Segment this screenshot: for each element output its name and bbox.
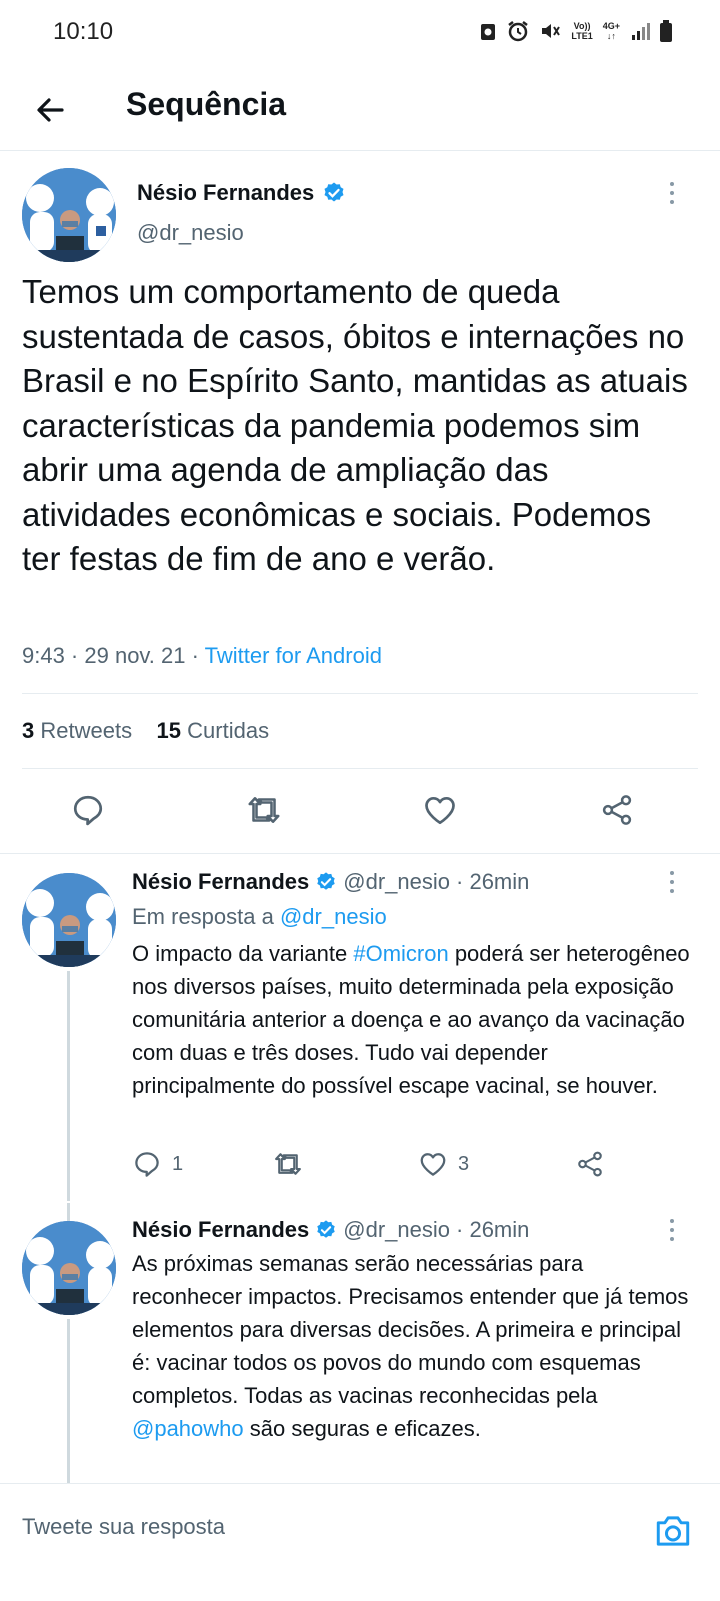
camera-icon — [656, 1516, 690, 1546]
back-arrow-icon — [37, 98, 64, 122]
reply-button[interactable] — [70, 792, 106, 828]
author-name[interactable]: Nésio Fernandes — [132, 869, 309, 895]
status-time: 10:10 — [53, 18, 114, 45]
more-options-icon[interactable] — [660, 178, 684, 208]
like-button[interactable]: 3 — [418, 1149, 469, 1179]
page-title: Sequência — [126, 86, 287, 122]
retweet-icon — [248, 797, 280, 823]
retweet-icon — [275, 1153, 301, 1175]
camera-button[interactable] — [648, 1506, 698, 1556]
retweet-button[interactable] — [245, 792, 283, 828]
signal-icon — [632, 23, 650, 40]
mute-icon — [542, 24, 561, 38]
tweet-source-link[interactable]: Twitter for Android — [205, 643, 382, 668]
recycle-notification-icon — [481, 24, 496, 40]
more-options-icon[interactable] — [660, 1215, 684, 1245]
reply-compose-input[interactable]: Tweete sua resposta — [22, 1514, 225, 1540]
reply-button[interactable]: 1 — [132, 1149, 183, 1179]
back-button[interactable] — [28, 88, 72, 132]
tweet-text: Temos um comportamento de queda sustenta… — [22, 273, 688, 577]
avatar[interactable] — [22, 873, 116, 967]
likes-stat[interactable]: 15 Curtidas — [157, 718, 270, 743]
author-handle[interactable]: @dr_nesio — [343, 1217, 450, 1243]
reply-context: Em resposta a @dr_nesio — [132, 904, 387, 929]
compose-bar: Tweete sua resposta — [0, 1483, 720, 1601]
alarm-icon — [508, 21, 529, 42]
tweet-stats: 3 Retweets 15 Curtidas — [22, 718, 269, 744]
hashtag-link[interactable]: #Omicron — [353, 941, 448, 966]
author-handle[interactable]: @dr_nesio — [137, 220, 244, 246]
tweet-age: · 26min — [456, 1217, 530, 1242]
reply-icon — [135, 1152, 159, 1177]
share-button[interactable] — [598, 792, 636, 828]
tweet-text: As próximas semanas serão necessárias pa… — [132, 1251, 689, 1441]
tweet-meta: 9:43 · 29 nov. 21 · Twitter for Android — [22, 643, 382, 669]
more-options-icon[interactable] — [660, 867, 684, 897]
like-button[interactable] — [422, 792, 458, 828]
reply-icon — [73, 795, 103, 826]
tweet-timestamp: 9:43 · 29 nov. 21 · — [22, 643, 205, 668]
top-app-bar: Sequência — [0, 66, 720, 151]
tweet-text: O impacto da variante #Omicron poderá se… — [132, 941, 690, 1098]
network-indicator: 4G+ ↓↑ — [602, 21, 620, 41]
author-handle[interactable]: @dr_nesio — [343, 869, 450, 895]
status-icons: Vo)) LTE1 4G+ ↓↑ — [479, 20, 672, 42]
tweet-age: · 26min — [456, 869, 530, 894]
reply-to-link[interactable]: @dr_nesio — [280, 904, 387, 929]
reply-count: 1 — [172, 1152, 184, 1175]
like-count: 3 — [458, 1152, 470, 1175]
retweet-button[interactable] — [272, 1149, 304, 1179]
share-icon — [578, 1151, 602, 1177]
thread-line — [67, 1203, 70, 1221]
volte-indicator: Vo)) LTE1 — [571, 21, 593, 41]
mention-link[interactable]: @pahowho — [132, 1416, 244, 1441]
author-name[interactable]: Nésio Fernandes — [137, 180, 346, 206]
thread-line — [67, 971, 70, 1201]
avatar[interactable] — [22, 168, 116, 262]
section-divider — [0, 853, 720, 854]
status-bar: 10:10 Vo)) LTE1 4G+ ↓↑ — [0, 0, 720, 66]
thread-line — [67, 1319, 70, 1483]
author-name[interactable]: Nésio Fernandes — [132, 1217, 309, 1243]
like-icon — [420, 1153, 446, 1176]
avatar[interactable] — [22, 1221, 116, 1315]
retweets-stat[interactable]: 3 Retweets — [22, 718, 132, 743]
divider — [22, 693, 698, 694]
battery-icon — [660, 20, 672, 42]
reply-header: Nésio Fernandes @dr_nesio · 26min — [132, 869, 529, 895]
like-icon — [425, 796, 455, 825]
main-action-bar — [0, 780, 720, 840]
share-button[interactable] — [574, 1149, 606, 1179]
reply-header: Nésio Fernandes @dr_nesio · 26min — [132, 1217, 529, 1243]
verified-badge-icon — [317, 872, 335, 890]
share-icon — [602, 795, 632, 825]
verified-badge-icon — [317, 1220, 335, 1238]
verified-badge-icon — [324, 182, 344, 202]
divider — [22, 768, 698, 769]
